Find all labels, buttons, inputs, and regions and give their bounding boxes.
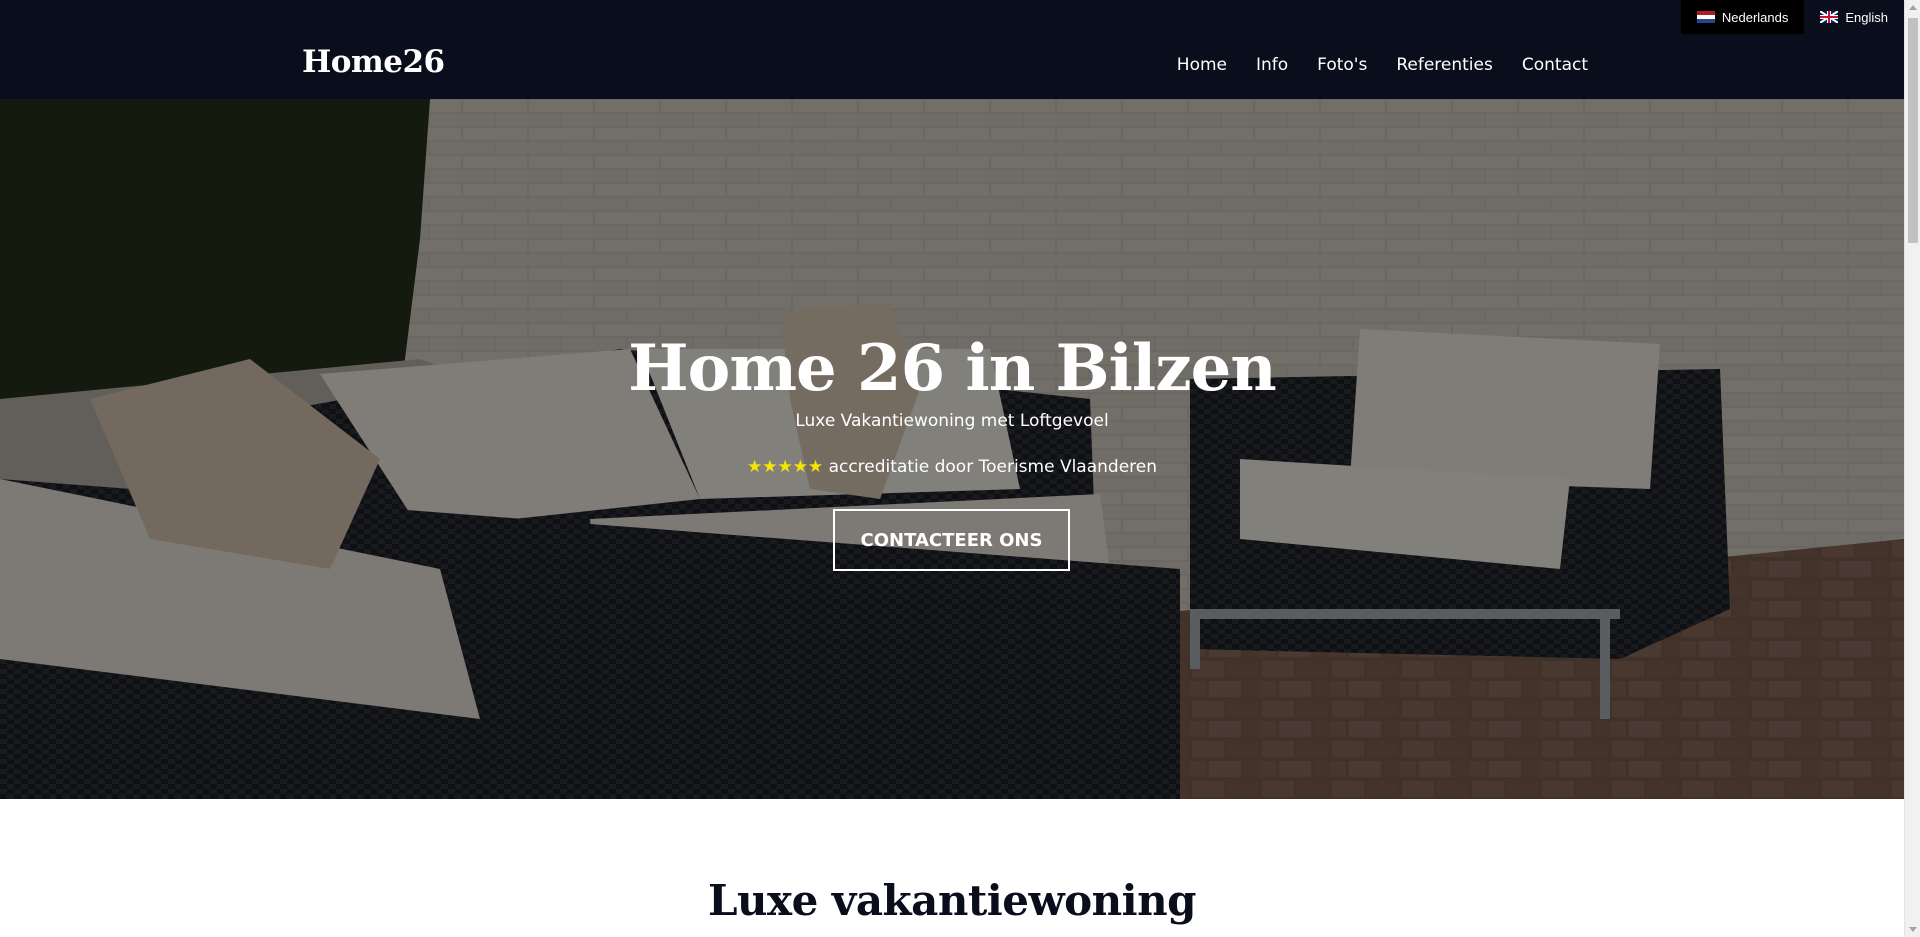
rating-text: accreditatie door Toerisme Vlaanderen: [823, 457, 1158, 477]
star-rating-icon: ★★★★★: [746, 457, 824, 477]
nav-contact[interactable]: Contact: [1522, 55, 1588, 75]
hero-rating: ★★★★★ accreditatie door Toerisme Vlaande…: [0, 457, 1904, 477]
site-header: Home26 Home Info Foto's Referenties Cont…: [0, 0, 1904, 99]
hero-subtitle: Luxe Vakantiewoning met Loftgevoel: [795, 411, 1109, 431]
main-nav: Home Info Foto's Referenties Contact: [1177, 55, 1588, 75]
contact-cta-button[interactable]: CONTACTEER ONS: [833, 509, 1070, 571]
language-english[interactable]: English: [1804, 0, 1904, 34]
hero-title: Home 26 in Bilzen: [628, 331, 1277, 406]
section-title: Luxe vakantiewoning: [707, 876, 1197, 925]
page-scrollbar[interactable]: [1904, 0, 1920, 937]
language-label: Nederlands: [1721, 9, 1789, 25]
nav-fotos[interactable]: Foto's: [1317, 55, 1367, 75]
language-label: English: [1845, 9, 1888, 25]
language-nederlands[interactable]: Nederlands: [1680, 0, 1805, 34]
scrollbar-thumb[interactable]: [1908, 18, 1918, 243]
language-switcher: Nederlands English: [1680, 0, 1904, 34]
nav-home[interactable]: Home: [1177, 55, 1227, 75]
nl-flag-icon: [1696, 11, 1715, 23]
hero-section: Home 26 in Bilzen Luxe Vakantiewoning me…: [0, 99, 1904, 799]
site-logo[interactable]: Home26: [302, 44, 445, 80]
nav-referenties[interactable]: Referenties: [1396, 55, 1493, 75]
scroll-up-icon[interactable]: [1909, 5, 1917, 10]
hero-content: Home 26 in Bilzen Luxe Vakantiewoning me…: [0, 99, 1904, 799]
nav-info[interactable]: Info: [1256, 55, 1288, 75]
gb-flag-icon: [1820, 11, 1839, 23]
page-viewport: Home26 Home Info Foto's Referenties Cont…: [0, 0, 1904, 937]
scroll-down-icon[interactable]: [1909, 927, 1917, 932]
